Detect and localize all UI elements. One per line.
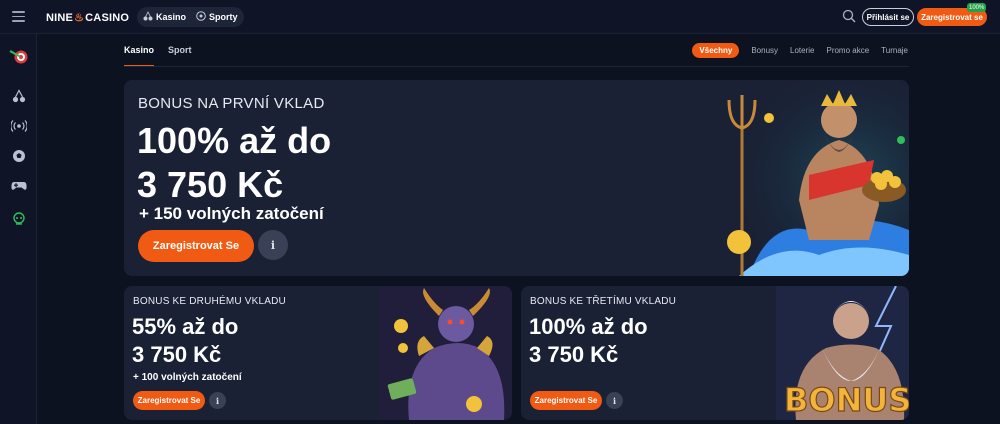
second-deposit-banner: BONUS KE DRUHÉMU VKLADU 55% až do 3 750 … [124,286,512,420]
banner-subline: + 150 volných zatočení [139,204,324,223]
live-broadcast-icon[interactable] [11,118,27,134]
banner-subline: + 100 volných zatočení [133,372,242,383]
nav-kasino[interactable]: Kasino [143,11,186,23]
banner-headline-line2: 3 750 Kč [132,342,222,367]
main-tabs: Kasino Sport [124,45,192,67]
flame-icon: ♨ [74,12,85,24]
register-bonus-badge: 100% [967,3,987,12]
tab-divider [124,66,909,67]
banner-headline-line1: 55% až do [132,314,239,339]
nav-sporty[interactable]: Sporty [196,11,238,23]
bonus-art-text: BONUS [784,381,909,419]
promo-filters: Všechny Bonusy Loterie Promo akce Turnaj… [692,43,908,58]
login-button[interactable]: Přihlásit se [862,8,914,26]
first-deposit-banner: BONUS NA PRVNÍ VKLAD 100% až do 3 750 Kč… [124,80,909,276]
banner-headline-line2: 3 750 Kč [529,342,619,367]
filter-loterie[interactable]: Loterie [790,46,814,55]
filter-promo-akce[interactable]: Promo akce [826,46,869,55]
banner-headline-line1: 100% až do [137,120,332,161]
filter-turnaje[interactable]: Turnaje [881,46,908,55]
logo[interactable]: NINE ♨ CASINO [46,11,130,25]
product-switcher: Kasino Sporty [137,7,244,27]
soccer-ball-icon [196,11,206,23]
info-icon[interactable]: i [606,392,623,409]
minotaur-illustration [379,286,512,420]
casino-app: NINE ♨ CASINO Kasino Sporty Přihlásit se… [0,0,1000,424]
banner-headline-line1: 100% až do [529,314,648,339]
nav-kasino-label: Kasino [156,12,187,22]
menu-icon[interactable] [12,11,25,22]
gamepad-icon[interactable] [11,178,27,194]
zeus-illustration: BONUS [776,286,909,420]
promo-target-icon[interactable] [8,47,30,65]
soccer-ball-icon[interactable] [11,148,27,164]
third-deposit-register-button[interactable]: Zaregistrovat Se [530,391,602,410]
cherries-icon [143,11,153,23]
top-bar: NINE ♨ CASINO Kasino Sporty Přihlásit se… [0,0,1000,34]
second-deposit-register-button[interactable]: Zaregistrovat Se [133,391,205,410]
banner-kicker: BONUS KE TŘETÍMU VKLADU [530,296,677,307]
support-icon[interactable] [11,211,27,227]
tab-kasino[interactable]: Kasino [124,45,155,67]
sidebar [0,34,37,424]
third-deposit-banner: BONUS KE TŘETÍMU VKLADU 100% až do 3 750… [521,286,909,420]
filter-bonusy[interactable]: Bonusy [751,46,778,55]
info-icon[interactable]: i [209,392,226,409]
poseidon-illustration [709,80,909,276]
banner-kicker: BONUS KE DRUHÉMU VKLADU [133,296,286,307]
info-icon[interactable]: i [258,230,288,260]
banner-headline-line2: 3 750 Kč [137,164,284,205]
first-deposit-register-button[interactable]: Zaregistrovat Se [138,230,254,262]
tab-sport[interactable]: Sport [168,45,192,67]
search-icon[interactable] [842,9,856,23]
nav-sporty-label: Sporty [209,12,238,22]
banner-kicker: BONUS NA PRVNÍ VKLAD [138,95,325,112]
filter-vsechny[interactable]: Všechny [692,43,740,58]
logo-text-nine: NINE [46,11,74,24]
cherries-icon[interactable] [11,88,27,104]
logo-text-casino: CASINO [85,11,130,24]
